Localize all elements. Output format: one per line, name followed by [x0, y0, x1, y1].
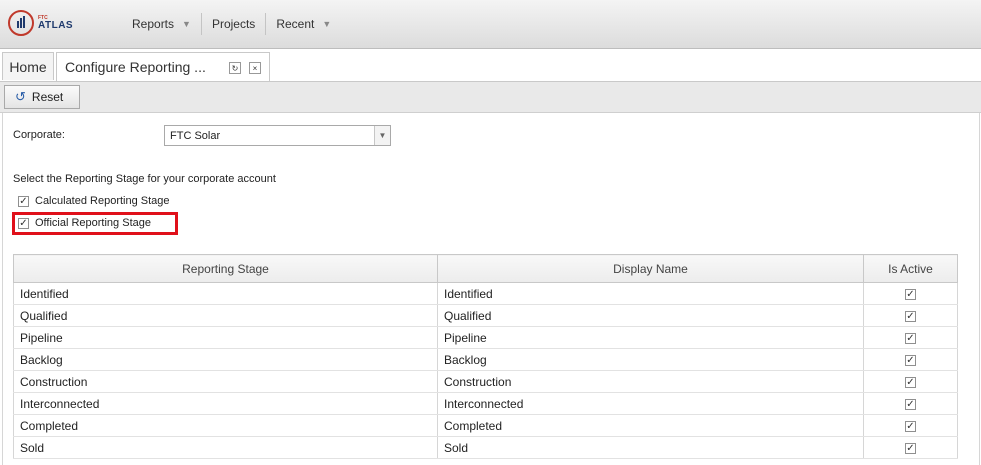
is-active-checkbox[interactable]: ✓ — [905, 332, 916, 344]
tab-home-label: Home — [9, 58, 47, 75]
nav-projects-label: Projects — [211, 17, 256, 31]
nav-projects[interactable]: Projects — [202, 13, 265, 35]
tab-strip: Home Configure Reporting ... ↻ × — [0, 49, 981, 82]
reset-icon: ↺ — [15, 89, 26, 104]
stage-cell: Construction — [13, 370, 438, 393]
is-active-cell: ✓ — [863, 370, 958, 393]
table-row[interactable]: Qualified Qualified ✓ — [13, 304, 958, 327]
calculated-stage-option[interactable]: ✓ Calculated Reporting Stage — [18, 195, 170, 207]
is-active-checkbox[interactable]: ✓ — [905, 288, 916, 300]
stage-cell: Sold — [13, 436, 438, 459]
corporate-label: Corporate: — [13, 129, 65, 141]
table-row[interactable]: Pipeline Pipeline ✓ — [13, 326, 958, 349]
calculated-stage-label: Calculated Reporting Stage — [35, 195, 170, 207]
display-name-cell[interactable]: Interconnected — [437, 392, 864, 415]
display-name-cell[interactable]: Sold — [437, 436, 864, 459]
display-name-cell[interactable]: Qualified — [437, 304, 864, 327]
chevron-down-icon: ▼ — [182, 19, 191, 29]
display-name-cell[interactable]: Completed — [437, 414, 864, 437]
nav-recent-label: Recent — [276, 17, 315, 31]
column-header-reporting-stage[interactable]: Reporting Stage — [13, 254, 438, 283]
stage-cell: Completed — [13, 414, 438, 437]
instructions-text: Select the Reporting Stage for your corp… — [13, 173, 276, 185]
is-active-cell: ✓ — [863, 282, 958, 305]
column-header-is-active[interactable]: Is Active — [863, 254, 958, 283]
is-active-cell: ✓ — [863, 326, 958, 349]
toolbar: ↺ Reset — [0, 82, 981, 113]
atlas-logo[interactable]: FTC ATLAS — [8, 6, 73, 40]
refresh-icon[interactable]: ↻ — [229, 62, 241, 74]
calculated-stage-checkbox[interactable]: ✓ — [18, 195, 29, 207]
is-active-cell: ✓ — [863, 436, 958, 459]
main-menu: Reports ▼ Projects Recent ▼ — [122, 0, 341, 48]
column-header-display-name[interactable]: Display Name — [437, 254, 864, 283]
corporate-select-value: FTC Solar — [170, 130, 221, 142]
stage-cell: Pipeline — [13, 326, 438, 349]
top-nav-bar: FTC ATLAS Reports ▼ Projects Recent ▼ — [0, 0, 981, 49]
is-active-checkbox[interactable]: ✓ — [905, 398, 916, 410]
reset-label: Reset — [31, 90, 64, 104]
table-header-row: Reporting Stage Display Name Is Active — [13, 254, 958, 283]
stage-cell: Backlog — [13, 348, 438, 371]
reporting-stage-table: Reporting Stage Display Name Is Active I… — [13, 254, 958, 459]
display-name-cell[interactable]: Pipeline — [437, 326, 864, 349]
table-row[interactable]: Interconnected Interconnected ✓ — [13, 392, 958, 415]
chevron-down-icon[interactable]: ▼ — [374, 126, 390, 145]
close-icon[interactable]: × — [249, 62, 261, 74]
is-active-cell: ✓ — [863, 348, 958, 371]
is-active-cell: ✓ — [863, 392, 958, 415]
is-active-checkbox[interactable]: ✓ — [905, 310, 916, 322]
tab-configure-reporting[interactable]: Configure Reporting ... ↻ × — [56, 52, 270, 81]
chevron-down-icon: ▼ — [322, 19, 332, 29]
highlight-box — [12, 212, 178, 235]
is-active-checkbox[interactable]: ✓ — [905, 420, 916, 432]
logo-name: ATLAS — [38, 19, 74, 31]
is-active-checkbox[interactable]: ✓ — [905, 442, 916, 454]
stage-cell: Qualified — [13, 304, 438, 327]
tab-configure-label: Configure Reporting ... — [65, 59, 206, 75]
table-row[interactable]: Identified Identified ✓ — [13, 282, 958, 305]
stage-cell: Identified — [13, 282, 438, 305]
nav-recent[interactable]: Recent ▼ — [266, 13, 341, 35]
is-active-checkbox[interactable]: ✓ — [905, 354, 916, 366]
is-active-cell: ✓ — [863, 414, 958, 437]
display-name-cell[interactable]: Backlog — [437, 348, 864, 371]
table-row[interactable]: Completed Completed ✓ — [13, 414, 958, 437]
logo-mark-icon — [8, 10, 34, 36]
tab-home[interactable]: Home — [2, 52, 54, 80]
reset-button[interactable]: ↺ Reset — [4, 85, 80, 109]
table-row[interactable]: Sold Sold ✓ — [13, 436, 958, 459]
is-active-checkbox[interactable]: ✓ — [905, 376, 916, 388]
table-row[interactable]: Construction Construction ✓ — [13, 370, 958, 393]
corporate-select[interactable]: FTC Solar ▼ — [164, 125, 391, 146]
display-name-cell[interactable]: Construction — [437, 370, 864, 393]
nav-reports-label: Reports — [132, 17, 175, 31]
is-active-cell: ✓ — [863, 304, 958, 327]
table-row[interactable]: Backlog Backlog ✓ — [13, 348, 958, 371]
stage-cell: Interconnected — [13, 392, 438, 415]
nav-reports[interactable]: Reports ▼ — [122, 13, 201, 35]
display-name-cell[interactable]: Identified — [437, 282, 864, 305]
